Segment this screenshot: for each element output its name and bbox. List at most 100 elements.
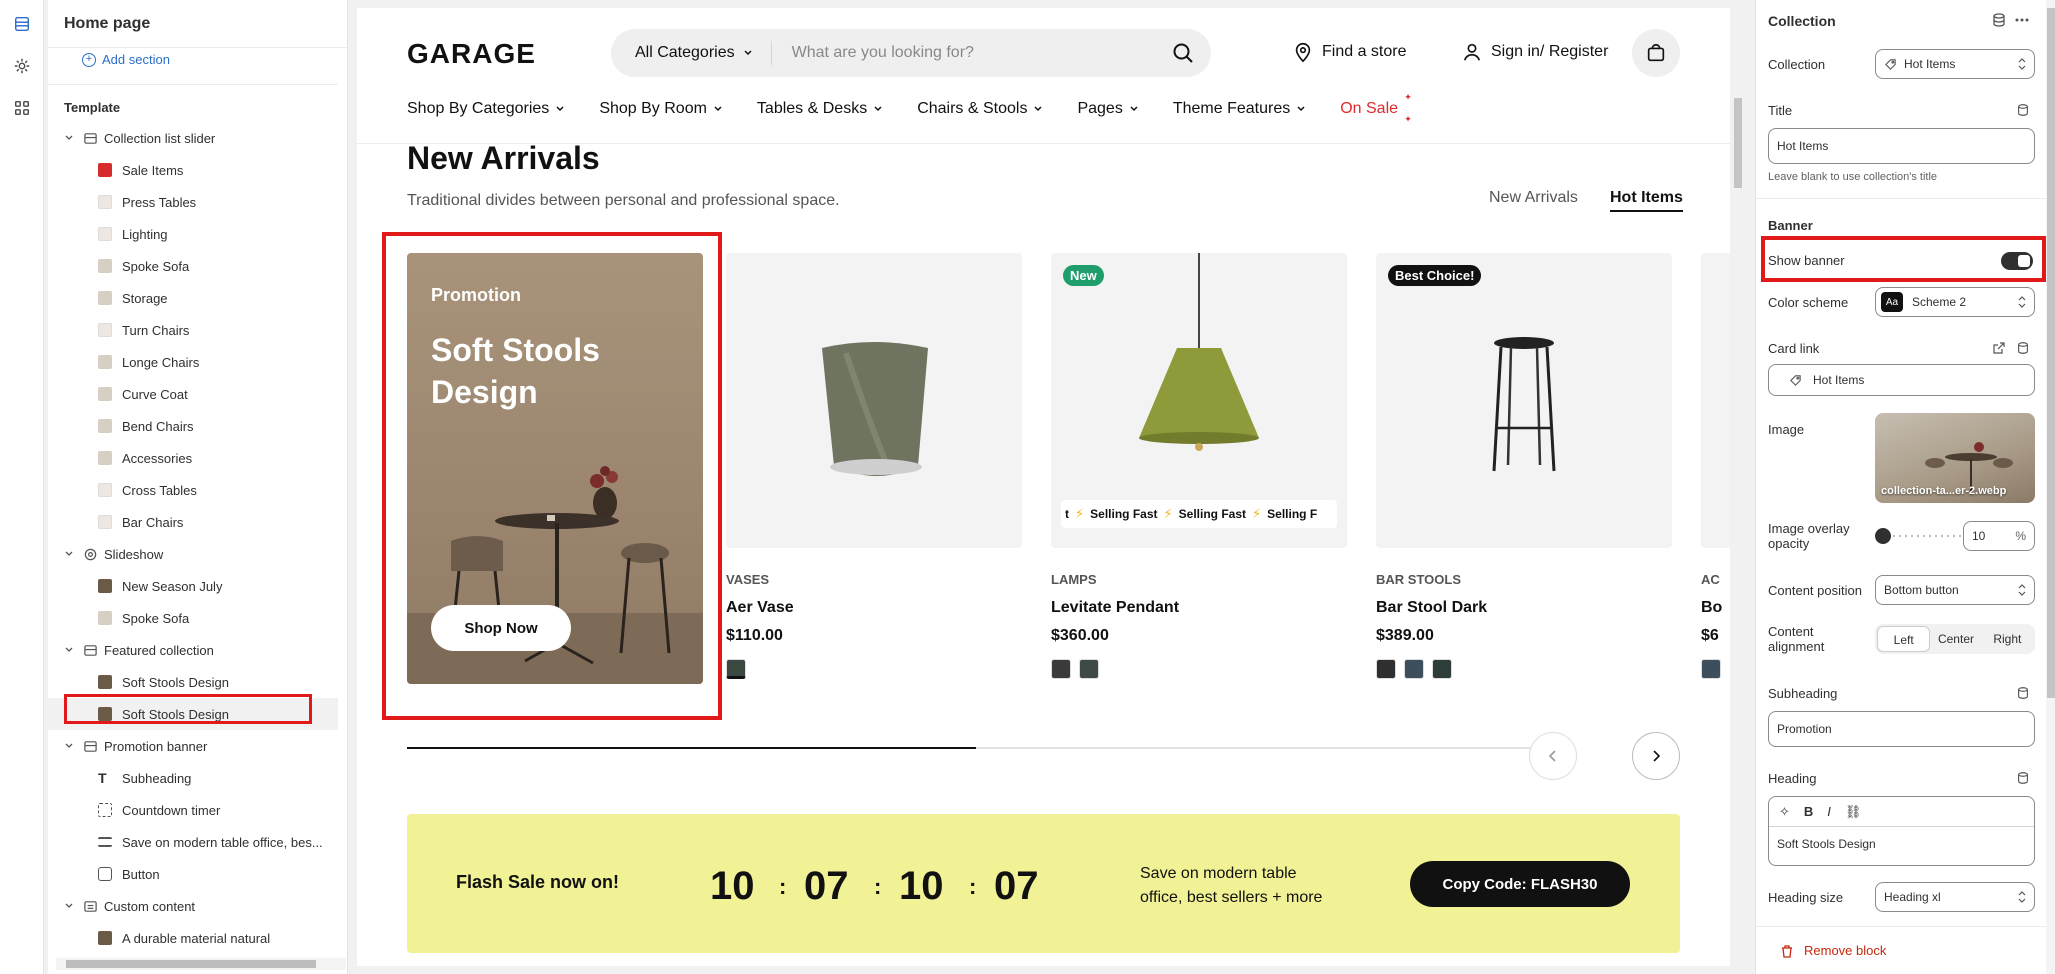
product-card[interactable]: New t ⚡ Selling Fast ⚡ Selling Fast ⚡ Se… xyxy=(1051,253,1347,679)
external-link-icon[interactable] xyxy=(1992,341,2006,355)
title-input[interactable]: Hot Items xyxy=(1768,128,2035,164)
block-item[interactable]: Longe Chairs xyxy=(48,346,338,378)
database-icon[interactable] xyxy=(2016,103,2030,117)
block-item-selected[interactable]: Soft Stools Design xyxy=(48,698,338,730)
more-icon[interactable] xyxy=(2014,12,2030,28)
heading-rich-text-editor[interactable]: ✧ B I ⛓ Soft Stools Design xyxy=(1768,796,2035,866)
opacity-input[interactable]: 10 % xyxy=(1963,521,2035,551)
product-card[interactable]: AC Bo $6 xyxy=(1701,253,1730,679)
block-item[interactable]: Curve Coat xyxy=(48,378,338,410)
color-swatch[interactable] xyxy=(1376,659,1396,679)
remove-block-button[interactable]: Remove block xyxy=(1780,943,1886,958)
color-swatch[interactable] xyxy=(1079,659,1099,679)
chevron-down-icon[interactable] xyxy=(64,645,74,655)
section-collection-list-slider[interactable]: Collection list slider xyxy=(48,122,338,154)
block-item[interactable]: Soft Stools Design xyxy=(48,666,338,698)
product-card[interactable]: VASES Aer Vase $110.00 xyxy=(726,253,1022,679)
find-store-link[interactable]: Find a store xyxy=(1292,41,1406,63)
nav-on-sale[interactable]: On Sale ✦ ✦ xyxy=(1340,92,1412,124)
section-slideshow[interactable]: Slideshow xyxy=(48,538,338,570)
apps-icon[interactable] xyxy=(6,92,38,124)
heading-input[interactable]: Soft Stools Design xyxy=(1769,827,2034,861)
section-featured-collection[interactable]: Featured collection xyxy=(48,634,338,666)
block-item[interactable]: Sale Items xyxy=(48,154,338,186)
block-item[interactable]: Press Tables xyxy=(48,186,338,218)
block-item[interactable]: Spoke Sofa xyxy=(48,602,338,634)
nav-chairs-stools[interactable]: Chairs & Stools xyxy=(917,100,1043,118)
content-position-select[interactable]: Bottom button xyxy=(1875,575,2035,605)
database-icon[interactable] xyxy=(2016,771,2030,785)
product-name[interactable]: Bar Stool Dark xyxy=(1376,599,1672,617)
shop-now-button[interactable]: Shop Now xyxy=(431,605,571,651)
database-icon[interactable] xyxy=(1991,12,2007,28)
block-item[interactable]: New Season July xyxy=(48,570,338,602)
preview-scrollbar[interactable] xyxy=(1733,8,1743,966)
product-image[interactable] xyxy=(1701,253,1730,548)
block-item[interactable]: Bend Chairs xyxy=(48,410,338,442)
search-input[interactable]: What are you looking for? xyxy=(772,44,1171,62)
block-item[interactable]: Lighting xyxy=(48,218,338,250)
color-swatch[interactable] xyxy=(1701,659,1721,679)
category-select[interactable]: All Categories xyxy=(611,41,772,65)
product-card[interactable]: Best Choice! BAR STOOLS Bar Stool Dark $… xyxy=(1376,253,1672,679)
block-item[interactable]: Storage xyxy=(48,282,338,314)
color-swatch[interactable] xyxy=(1404,659,1424,679)
opacity-slider-handle[interactable] xyxy=(1875,528,1891,544)
align-right-option[interactable]: Right xyxy=(1982,626,2033,652)
sign-in-link[interactable]: Sign in/ Register xyxy=(1461,41,1608,63)
tab-hot-items[interactable]: Hot Items xyxy=(1610,189,1683,212)
subheading-input[interactable]: Promotion xyxy=(1768,711,2035,747)
add-section-button[interactable]: + Add section xyxy=(82,52,170,67)
chevron-down-icon[interactable] xyxy=(64,549,74,559)
color-swatch[interactable] xyxy=(726,659,746,679)
tab-new-arrivals[interactable]: New Arrivals xyxy=(1489,189,1578,207)
product-name[interactable]: Levitate Pendant xyxy=(1051,599,1347,617)
color-scheme-select[interactable]: Aa Scheme 2 xyxy=(1875,287,2035,317)
align-center-option[interactable]: Center xyxy=(1930,626,1981,652)
nav-pages[interactable]: Pages xyxy=(1077,100,1138,118)
section-custom-content[interactable]: Custom content xyxy=(48,890,338,922)
block-item[interactable]: Countdown timer xyxy=(48,794,338,826)
chevron-down-icon[interactable] xyxy=(64,133,74,143)
collection-select[interactable]: Hot Items xyxy=(1875,49,2035,79)
product-name[interactable]: Aer Vase xyxy=(726,599,1022,617)
show-banner-toggle[interactable] xyxy=(2001,252,2033,270)
block-item[interactable]: Accessories xyxy=(48,442,338,474)
scrollbar-thumb[interactable] xyxy=(66,960,316,968)
section-promotion-banner[interactable]: Promotion banner xyxy=(48,730,338,762)
product-image[interactable]: Best Choice! xyxy=(1376,253,1672,548)
cart-button[interactable] xyxy=(1632,29,1680,77)
block-item[interactable]: A durable material natural xyxy=(48,922,338,954)
align-left-option[interactable]: Left xyxy=(1877,626,1931,652)
block-item[interactable]: Bar Chairs xyxy=(48,506,338,538)
chevron-down-icon[interactable] xyxy=(64,901,74,911)
product-image[interactable] xyxy=(726,253,1022,548)
color-swatch[interactable] xyxy=(1432,659,1452,679)
scrollbar-thumb[interactable] xyxy=(2047,8,2055,698)
search-icon[interactable] xyxy=(1171,41,1195,65)
store-logo[interactable]: GARAGE xyxy=(407,38,536,70)
italic-icon[interactable]: I xyxy=(1827,804,1831,819)
link-icon[interactable]: ⛓ xyxy=(1845,804,1862,820)
sidebar-h-scrollbar[interactable] xyxy=(56,958,346,970)
block-item[interactable]: T Subheading xyxy=(48,762,338,794)
prev-arrow-button[interactable] xyxy=(1529,732,1577,780)
chevron-down-icon[interactable] xyxy=(64,741,74,751)
block-item[interactable]: Save on modern table office, bes... xyxy=(48,826,338,858)
gear-icon[interactable] xyxy=(6,50,38,82)
block-item[interactable]: Button xyxy=(48,858,338,890)
database-icon[interactable] xyxy=(2016,686,2030,700)
product-name[interactable]: Bo xyxy=(1701,599,1730,617)
block-item[interactable]: Cross Tables xyxy=(48,474,338,506)
nav-theme-features[interactable]: Theme Features xyxy=(1173,100,1306,118)
next-arrow-button[interactable] xyxy=(1632,732,1680,780)
opacity-slider-track[interactable] xyxy=(1881,535,1963,537)
card-link-input[interactable]: Hot Items xyxy=(1768,364,2035,396)
search-bar[interactable]: All Categories What are you looking for? xyxy=(611,29,1211,77)
scrollbar-thumb[interactable] xyxy=(1734,98,1742,188)
promo-banner-card[interactable]: Promotion Soft Stools Design Shop Now xyxy=(407,253,703,684)
nav-shop-by-room[interactable]: Shop By Room xyxy=(599,100,723,118)
image-picker[interactable]: collection-ta...er-2.webp xyxy=(1875,413,2035,503)
database-icon[interactable] xyxy=(2016,341,2030,355)
product-image[interactable]: New t ⚡ Selling Fast ⚡ Selling Fast ⚡ Se… xyxy=(1051,253,1347,548)
